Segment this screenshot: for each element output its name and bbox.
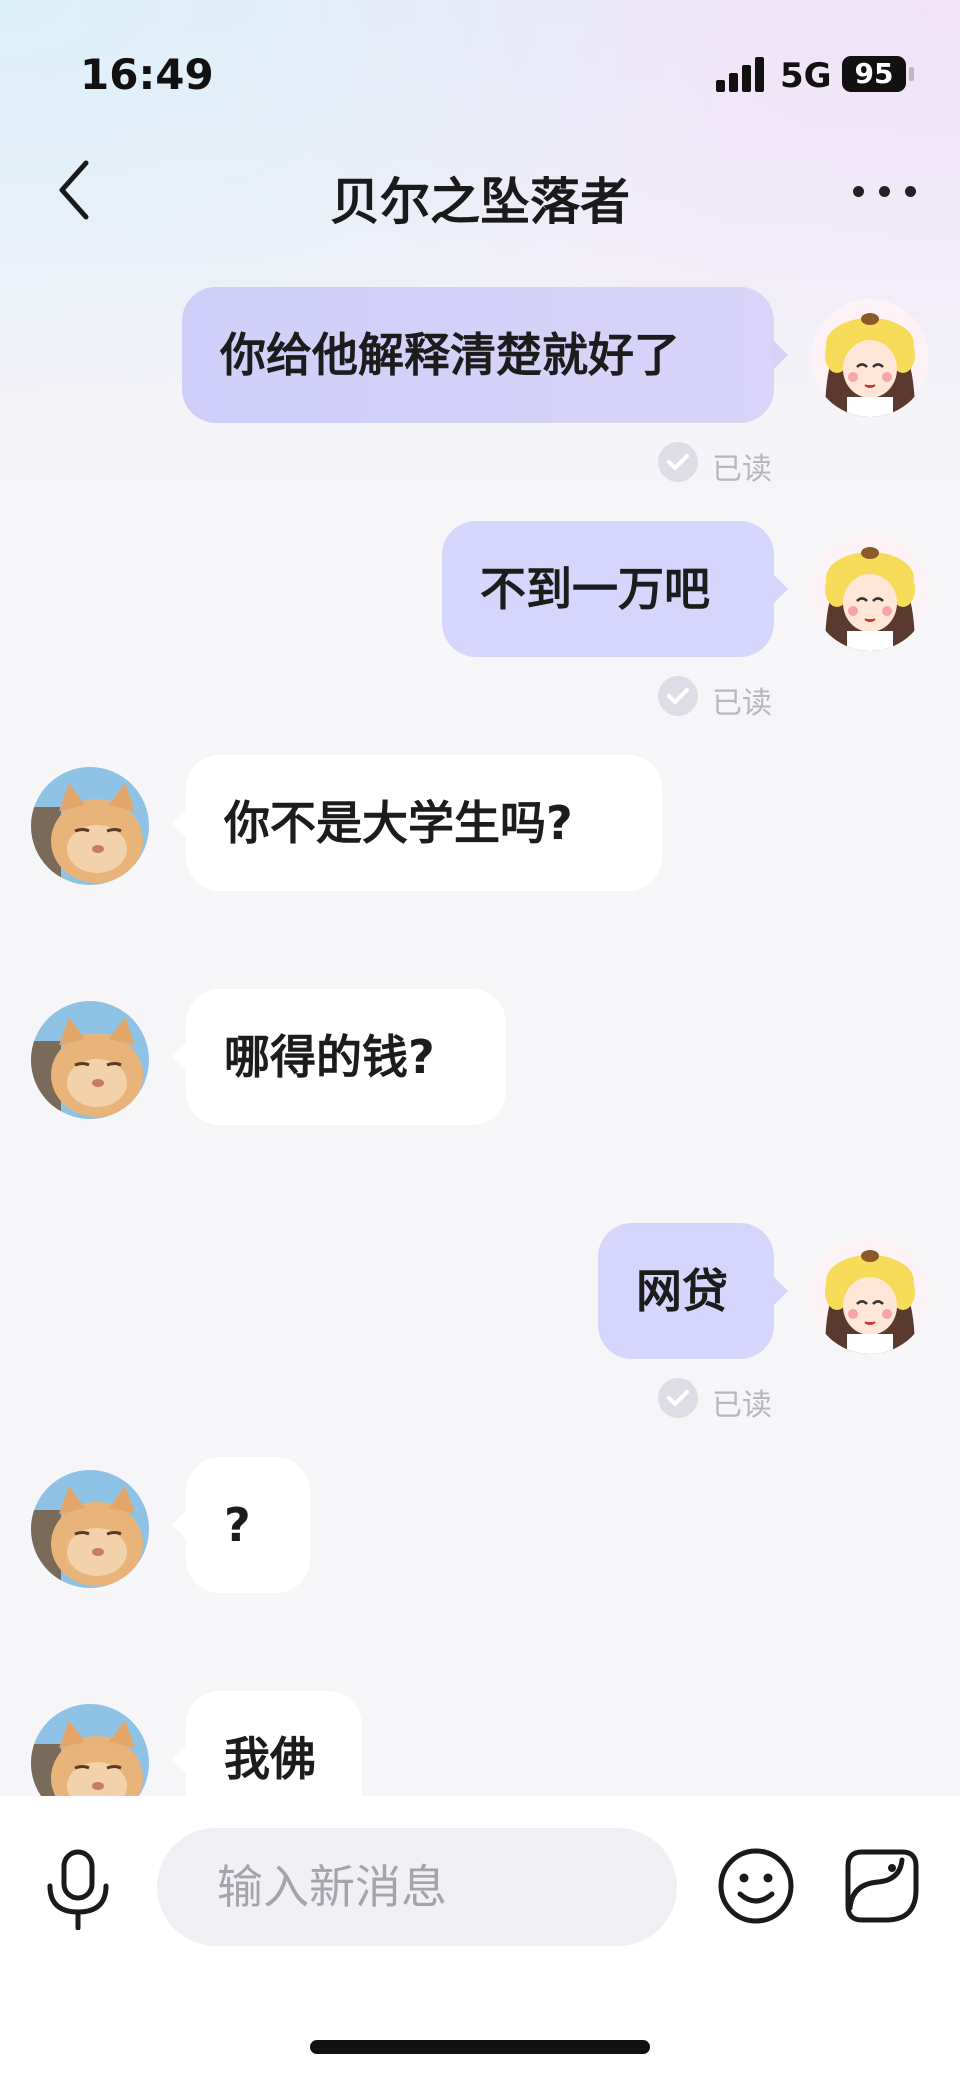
- home-indicator: [310, 2040, 650, 2054]
- check-icon: [658, 676, 698, 716]
- message-input[interactable]: [157, 1828, 677, 1946]
- contact-avatar[interactable]: [31, 767, 149, 885]
- message-list[interactable]: 你给他解释清楚就好了 已读 不到一万吧 已读 你不是大学生吗? 哪得的钱? 网贷…: [0, 0, 960, 1796]
- sticker-button[interactable]: [842, 1846, 922, 1926]
- my-avatar[interactable]: [811, 299, 929, 417]
- message-bubble-received[interactable]: ?: [172, 1457, 310, 1593]
- emoji-icon: [718, 1848, 794, 1924]
- read-receipt: 已读: [658, 676, 788, 721]
- sticker-icon: [845, 1849, 919, 1923]
- message-bubble-sent[interactable]: 你给他解释清楚就好了: [182, 287, 788, 423]
- contact-avatar[interactable]: [31, 1001, 149, 1119]
- message-bubble-received[interactable]: 你不是大学生吗?: [172, 755, 662, 891]
- contact-avatar[interactable]: [31, 1704, 149, 1796]
- read-receipt: 已读: [658, 1378, 788, 1423]
- my-avatar[interactable]: [811, 533, 929, 651]
- message-bubble-received[interactable]: 哪得的钱?: [172, 989, 506, 1125]
- message-bubble-sent[interactable]: 网贷: [598, 1223, 788, 1359]
- emoji-button[interactable]: [716, 1846, 796, 1926]
- read-receipt: 已读: [658, 442, 788, 487]
- check-icon: [658, 1378, 698, 1418]
- check-icon: [658, 442, 698, 482]
- microphone-icon: [47, 1849, 109, 1931]
- message-bubble-sent[interactable]: 不到一万吧: [442, 521, 788, 657]
- contact-avatar[interactable]: [31, 1470, 149, 1588]
- my-avatar[interactable]: [811, 1236, 929, 1354]
- message-bubble-received[interactable]: 我佛: [172, 1691, 362, 1796]
- voice-button[interactable]: [42, 1848, 114, 1931]
